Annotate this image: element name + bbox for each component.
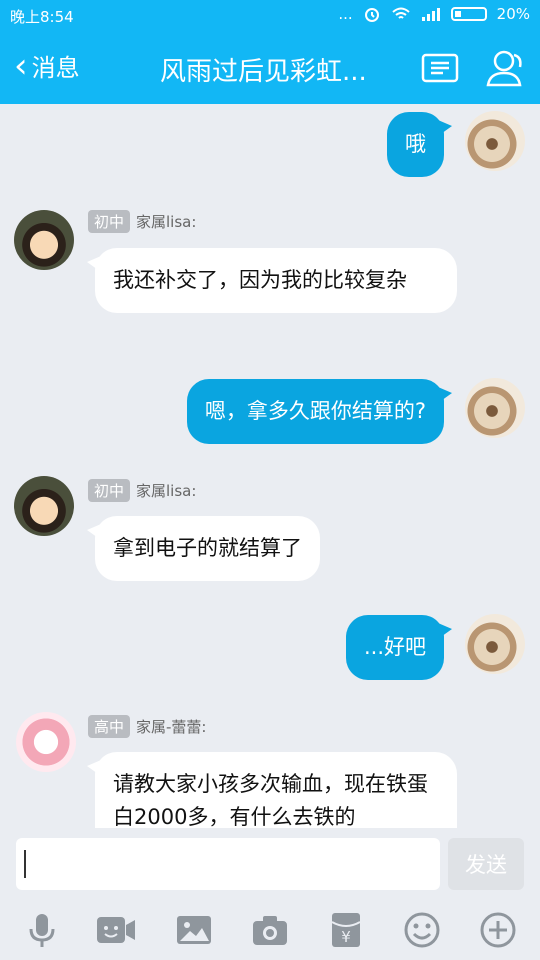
grade-badge: 初中 bbox=[88, 479, 131, 502]
message-bubble-incoming[interactable]: 拿到电子的就结算了 bbox=[87, 516, 320, 581]
message-bubble-outgoing[interactable]: ...好吧 bbox=[345, 615, 453, 680]
avatar[interactable] bbox=[465, 111, 525, 171]
mic-icon bbox=[29, 914, 55, 947]
red-packet-button[interactable]: ¥ bbox=[326, 910, 366, 950]
input-bar: 发送 bbox=[0, 828, 540, 900]
sender-name: 高中 家属-蕾蕾: bbox=[88, 715, 206, 738]
emoji-button[interactable] bbox=[402, 910, 442, 950]
battery-icon bbox=[450, 7, 487, 21]
avatar[interactable] bbox=[14, 210, 74, 270]
svg-text:¥: ¥ bbox=[341, 928, 351, 946]
text-cursor bbox=[24, 850, 26, 878]
grade-badge: 初中 bbox=[88, 210, 131, 233]
chat-header: ‹ 消息 风雨过后见彩虹... bbox=[0, 30, 540, 104]
message-bubble-incoming[interactable]: 我还补交了，因为我的比较复杂 bbox=[87, 248, 457, 313]
message-input[interactable] bbox=[16, 838, 440, 890]
chevron-left-icon: ‹ bbox=[14, 45, 28, 86]
avatar[interactable] bbox=[14, 476, 74, 536]
red-packet-icon: ¥ bbox=[331, 913, 361, 947]
back-label: 消息 bbox=[31, 54, 80, 82]
emoji-icon bbox=[404, 912, 440, 948]
avatar[interactable] bbox=[465, 614, 525, 674]
chat-title: 风雨过后见彩虹... bbox=[160, 57, 367, 87]
sender-name: 初中 家属lisa: bbox=[88, 479, 196, 502]
camera-icon bbox=[253, 916, 287, 945]
status-time: 晚上8:54 bbox=[10, 8, 74, 26]
plus-button[interactable] bbox=[478, 910, 518, 950]
id-card-icon bbox=[421, 53, 459, 83]
person-icon bbox=[486, 50, 522, 87]
message-bubble-incoming[interactable]: 请教大家小孩多次输血，现在铁蛋白2000多，有什么去铁的 bbox=[87, 752, 457, 828]
back-button[interactable]: ‹ 消息 bbox=[14, 48, 80, 83]
group-members-button[interactable] bbox=[484, 46, 528, 90]
message-list[interactable]: 哦 初中 家属lisa: 我还补交了，因为我的比较复杂 嗯，拿多久跟你结算的? … bbox=[0, 104, 540, 828]
status-bar: 晚上8:54 ... 20% bbox=[0, 0, 540, 30]
wifi-icon bbox=[391, 7, 410, 19]
avatar[interactable] bbox=[465, 378, 525, 438]
more-dots: ... bbox=[338, 5, 353, 23]
camera-button[interactable] bbox=[250, 910, 290, 950]
alarm-icon bbox=[364, 8, 379, 22]
image-icon bbox=[177, 916, 211, 944]
group-profile-button[interactable] bbox=[418, 46, 462, 90]
image-button[interactable] bbox=[174, 910, 214, 950]
input-toolbar: ¥ bbox=[0, 900, 540, 960]
video-button[interactable] bbox=[96, 910, 136, 950]
video-icon bbox=[97, 917, 135, 943]
battery-level: 20% bbox=[496, 5, 530, 23]
grade-badge: 高中 bbox=[88, 715, 131, 738]
message-bubble-outgoing[interactable]: 嗯，拿多久跟你结算的? bbox=[186, 379, 453, 444]
send-button[interactable]: 发送 bbox=[448, 838, 524, 890]
mic-button[interactable] bbox=[22, 910, 62, 950]
avatar[interactable] bbox=[16, 712, 76, 772]
signal-icon bbox=[421, 8, 440, 21]
plus-icon bbox=[480, 912, 516, 948]
sender-name: 初中 家属lisa: bbox=[88, 210, 196, 233]
message-bubble-outgoing[interactable]: 哦 bbox=[387, 112, 452, 177]
